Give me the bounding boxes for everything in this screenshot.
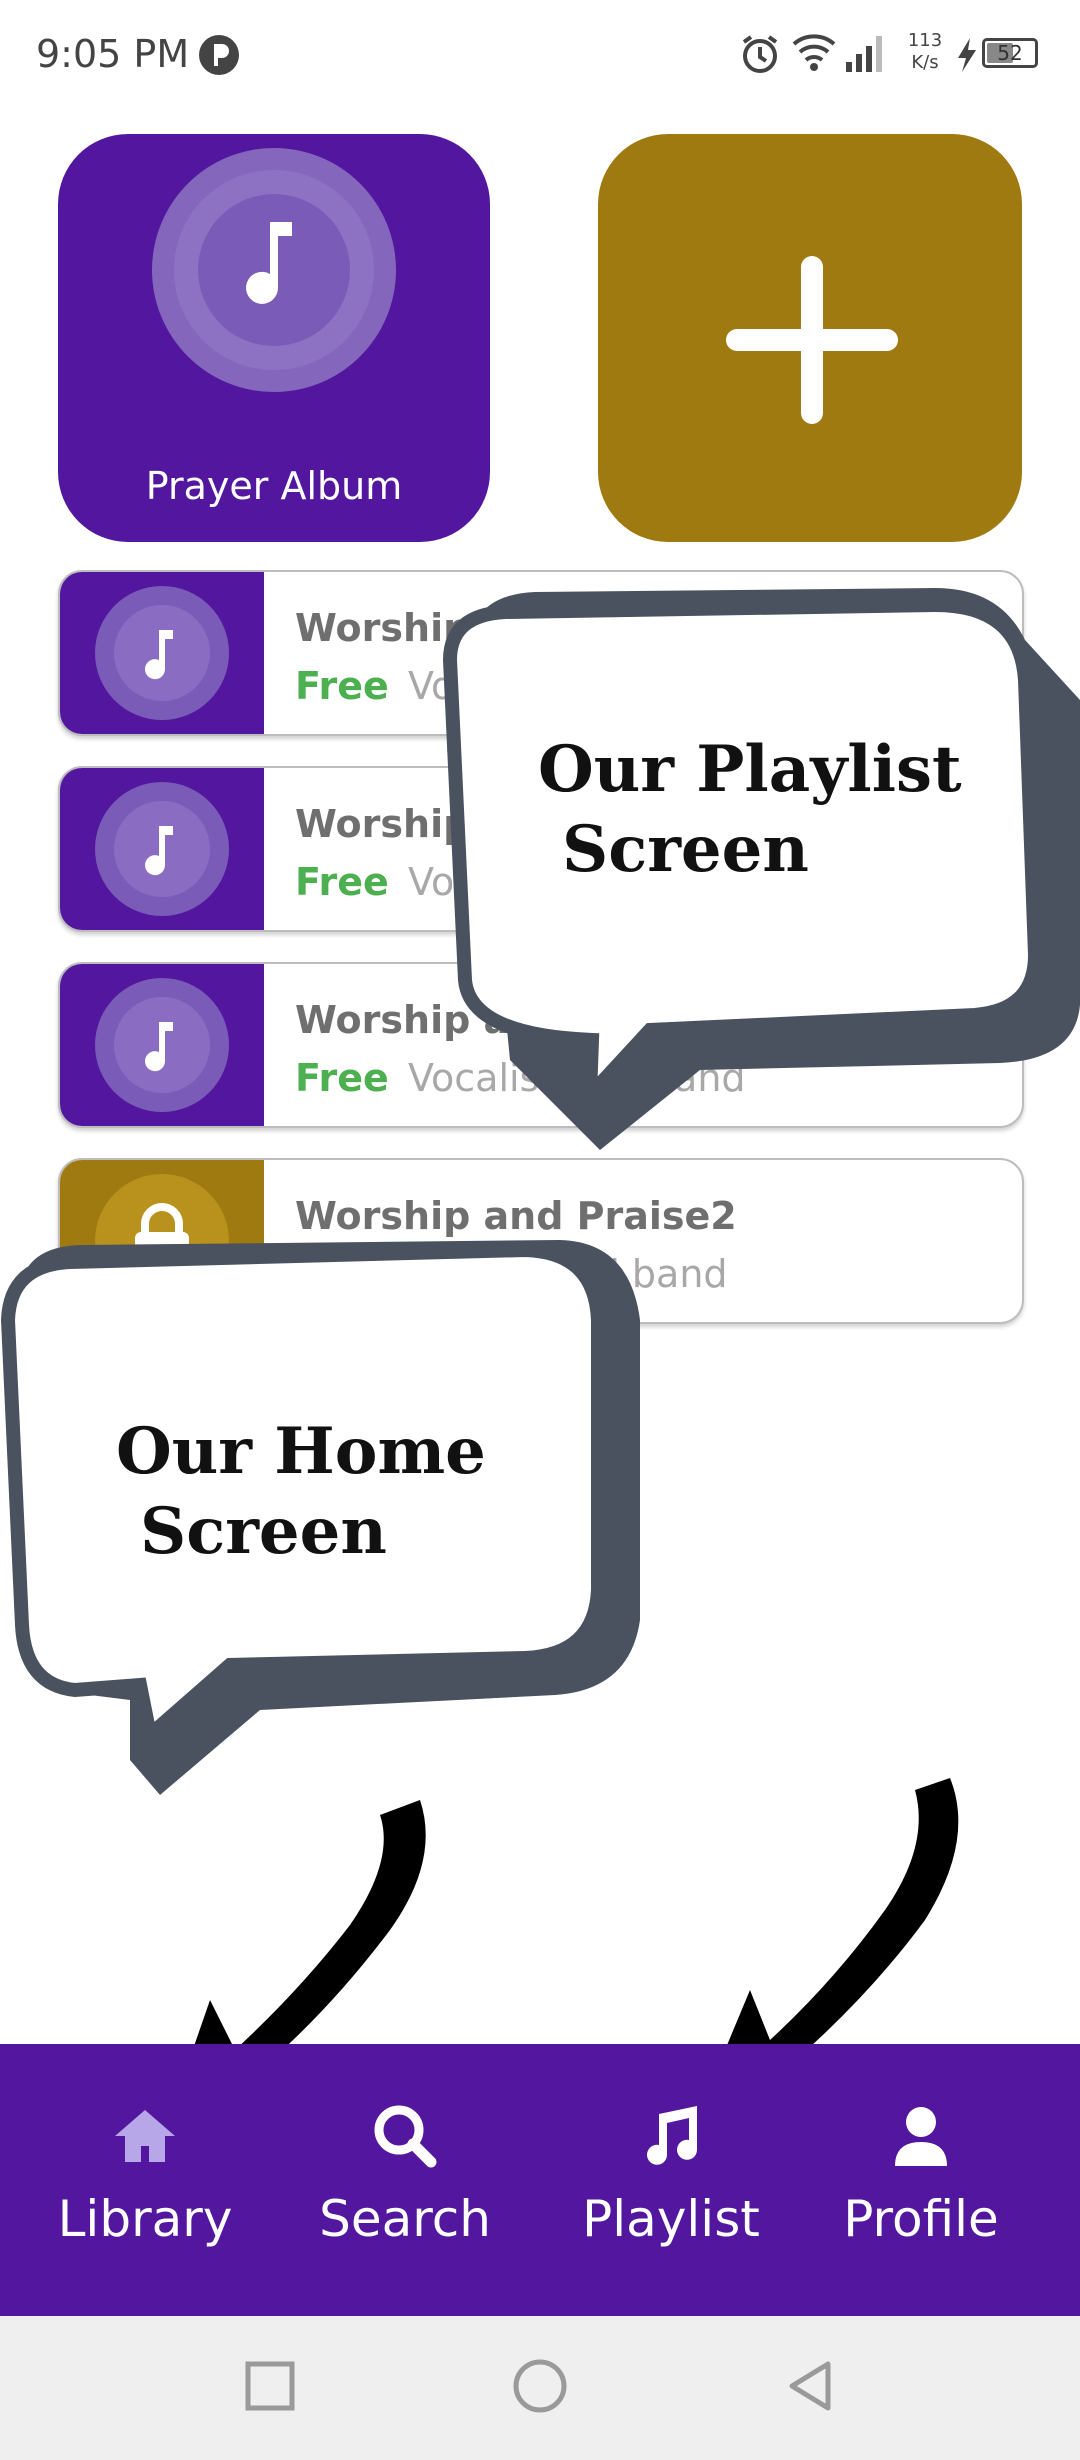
playlist-subtitle: Vocalist and band	[390, 1252, 728, 1296]
playlist-row[interactable]: Worship and Praise3 Free Vocalist and ba…	[58, 962, 1024, 1128]
nav-playlist[interactable]: Playlist	[556, 2044, 786, 2316]
add-album-button[interactable]	[598, 134, 1022, 542]
home-callout-text: Our Home Screen	[116, 1414, 486, 1569]
music-note-icon	[114, 605, 210, 701]
battery-icon: 52	[982, 38, 1038, 68]
app-notification-icon	[199, 35, 239, 75]
back-icon[interactable]	[780, 2356, 840, 2416]
system-nav-bar	[0, 2316, 1080, 2460]
playlist-thumb	[60, 964, 264, 1126]
nav-label: Profile	[843, 2190, 999, 2248]
plus-icon	[726, 256, 898, 424]
nav-label: Playlist	[582, 2190, 760, 2248]
nav-library[interactable]: Library	[30, 2044, 260, 2316]
music-note-icon	[114, 997, 210, 1093]
playlist-subtitle: Vocalist and band	[408, 664, 746, 708]
nav-profile[interactable]: Profile	[806, 2044, 1036, 2316]
playlist-callout-text: Our Playlist Screen	[538, 732, 962, 887]
nav-label: Search	[319, 2190, 491, 2248]
wifi-icon	[792, 34, 836, 71]
nav-label: Library	[57, 2190, 233, 2248]
playlist-thumb	[60, 1160, 264, 1322]
album-disc	[152, 148, 396, 392]
lock-icon	[135, 1203, 189, 1274]
person-icon	[895, 2107, 947, 2166]
alarm-icon	[742, 35, 778, 73]
music-note-icon	[114, 801, 210, 897]
playlist-title: Worship and Praise3	[295, 998, 737, 1042]
playlist-thumb	[60, 768, 264, 930]
signal-icon	[846, 36, 882, 72]
music-note-icon	[198, 194, 350, 346]
nav-search[interactable]: Search	[290, 2044, 520, 2316]
battery-level: 52	[997, 41, 1023, 65]
status-bar: 9:05 PM 113 K/s 52	[0, 0, 1080, 110]
status-time: 9:05 PM	[36, 32, 190, 76]
recents-icon[interactable]	[240, 2356, 300, 2416]
playlist-thumb	[60, 572, 264, 734]
search-icon	[374, 2105, 437, 2168]
playlist-row[interactable]: Worship and Praise2 Pro Vocalist and ban…	[58, 1158, 1024, 1324]
playlist-tag: Free	[295, 1056, 389, 1100]
playlist-tag: Pro	[295, 1252, 368, 1296]
music-note-icon	[647, 2106, 697, 2165]
charging-bolt-icon	[958, 38, 976, 72]
prayer-album-tile[interactable]: Prayer Album	[58, 134, 490, 542]
playlist-title: Worship and Praise2	[295, 1194, 737, 1238]
playlist-subtitle: Vocalist and band	[408, 1056, 746, 1100]
playlist-title: Worship and Praise4	[295, 606, 737, 650]
bottom-nav: Library Search Playlist Profile	[0, 2044, 1080, 2316]
playlist-row[interactable]: Worship and Praise4 Free Vocalist and ba…	[58, 570, 1024, 736]
album-label: Prayer Album	[145, 464, 403, 508]
home-circle-icon[interactable]	[510, 2356, 570, 2416]
playlist-tag: Free	[295, 860, 389, 904]
playlist-tag: Free	[295, 664, 389, 708]
network-speed: 113 K/s	[907, 30, 943, 73]
home-icon	[115, 2110, 175, 2162]
